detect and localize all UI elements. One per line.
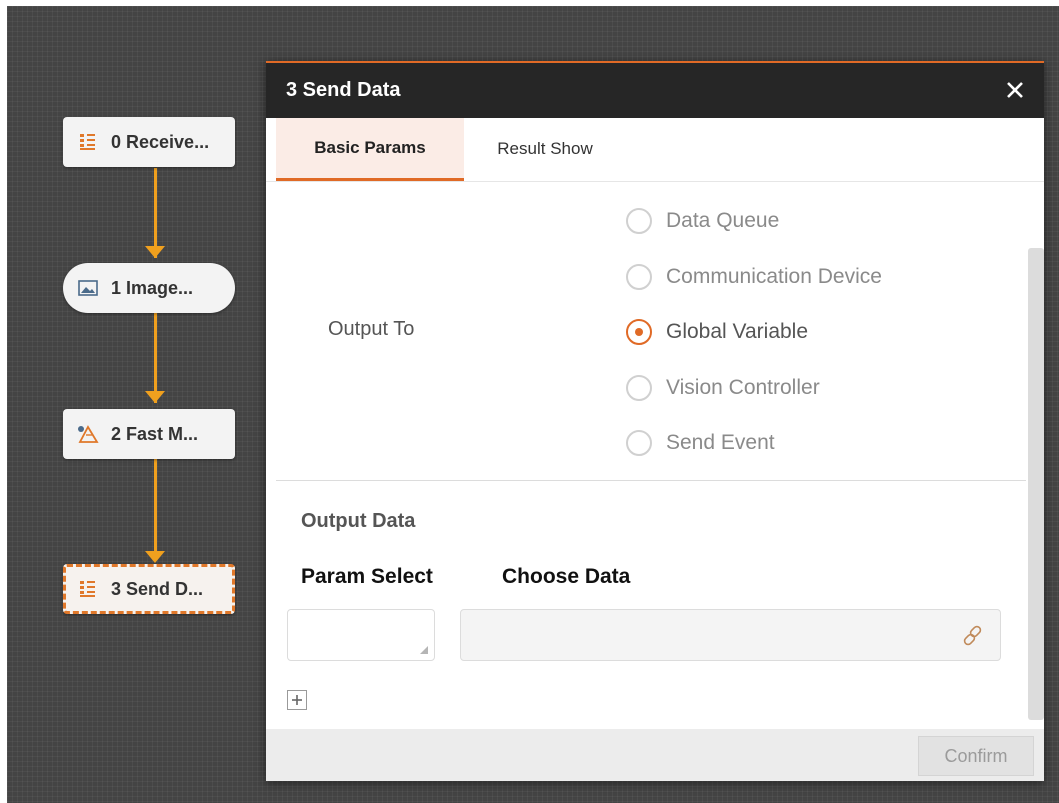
radio-button[interactable] [626, 375, 652, 401]
radio-button[interactable] [626, 208, 652, 234]
choose-data-header: Choose Data [502, 565, 631, 588]
dialog-header: 3 Send Data [266, 63, 1044, 118]
flow-node-label: 0 Receive... [111, 131, 210, 152]
flow-arrow [145, 391, 165, 403]
radio-label: Send Event [666, 431, 775, 454]
flow-link [154, 458, 157, 558]
section-divider [276, 480, 1026, 481]
flow-arrow [145, 551, 165, 563]
choose-data-field[interactable] [460, 609, 1001, 661]
radio-vision-controller[interactable]: Vision Controller [626, 375, 820, 401]
param-select-input[interactable] [287, 609, 435, 661]
flow-node-image[interactable]: 1 Image... [63, 263, 235, 313]
flow-arrow [145, 246, 165, 258]
radio-button-selected[interactable] [626, 319, 652, 345]
tab-basic-params[interactable]: Basic Params [276, 118, 464, 181]
radio-label: Vision Controller [666, 376, 820, 399]
tab-result-show[interactable]: Result Show [480, 118, 610, 180]
send-data-dialog: 3 Send Data Basic Params Result Show Out… [266, 61, 1044, 781]
radio-communication-device[interactable]: Communication Device [626, 264, 882, 290]
radio-label: Global Variable [666, 320, 809, 343]
dialog-title: 3 Send Data [286, 79, 401, 101]
close-icon[interactable] [1000, 75, 1030, 105]
flow-node-send-data[interactable]: 3 Send D... [63, 564, 235, 614]
fast-match-icon [77, 424, 99, 444]
flow-link [154, 168, 157, 258]
flow-node-label: 3 Send D... [111, 578, 204, 599]
radio-button[interactable] [626, 430, 652, 456]
tab-label: Basic Params [314, 138, 426, 157]
output-data-title: Output Data [301, 510, 416, 532]
confirm-button[interactable]: Confirm [918, 736, 1034, 776]
radio-button[interactable] [626, 264, 652, 290]
plus-icon[interactable] [287, 690, 307, 710]
flow-node-receive-data[interactable]: 0 Receive... [63, 117, 235, 167]
param-select-header: Param Select [301, 565, 433, 588]
link-icon[interactable] [960, 623, 986, 649]
flow-link [154, 313, 157, 403]
flow-node-label: 2 Fast M... [111, 423, 199, 444]
scrollbar[interactable] [1028, 248, 1044, 720]
receive-data-icon [77, 132, 99, 152]
dialog-tabs: Basic Params Result Show [266, 118, 1044, 182]
send-data-icon [77, 579, 99, 599]
image-icon [77, 278, 99, 298]
radio-label: Data Queue [666, 209, 780, 232]
radio-label: Communication Device [666, 265, 882, 288]
resize-corner-icon [420, 646, 428, 654]
dialog-footer: Confirm [266, 729, 1044, 781]
flow-node-fast-match[interactable]: 2 Fast M... [63, 409, 235, 459]
flow-node-label: 1 Image... [111, 277, 194, 298]
radio-data-queue[interactable]: Data Queue [626, 208, 779, 234]
radio-global-variable[interactable]: Global Variable [626, 319, 808, 345]
tab-label: Result Show [497, 139, 593, 158]
radio-send-event[interactable]: Send Event [626, 430, 775, 456]
output-to-label: Output To [328, 318, 415, 340]
